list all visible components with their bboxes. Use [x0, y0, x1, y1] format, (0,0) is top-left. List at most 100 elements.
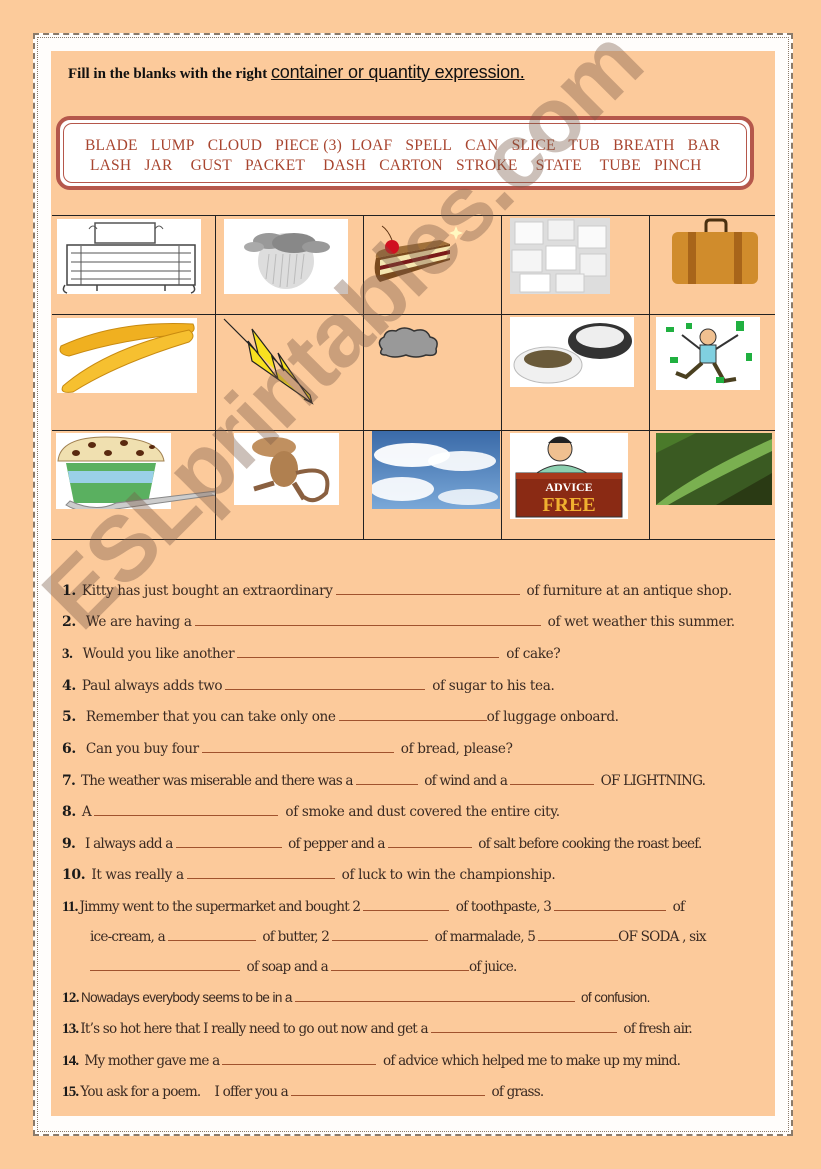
question-number: 9. — [62, 836, 76, 852]
answer-blank[interactable] — [94, 803, 279, 816]
answer-blank[interactable] — [338, 708, 487, 721]
ice-cream-tub-icon — [56, 433, 216, 509]
answer-blank[interactable] — [554, 898, 667, 911]
question-text: It’s so hot here that I really need to g… — [80, 1021, 428, 1037]
picture-grid: ADVICE FREE — [52, 215, 775, 540]
question-2: 2. We are having a of wet weather this su… — [62, 613, 775, 630]
question-number: 5. — [62, 709, 76, 725]
question-number: 4. — [62, 678, 76, 694]
answer-blank[interactable] — [355, 772, 418, 785]
word: CARTON — [379, 157, 443, 174]
word: LUMP — [150, 137, 195, 154]
picture-cell — [363, 315, 501, 430]
ice-cream-tub-picture — [56, 433, 216, 509]
answer-blank[interactable] — [222, 1052, 377, 1065]
answer-blank[interactable] — [167, 928, 256, 941]
question-11-line-2: ice-cream, a of butter, 2 of marmalade, … — [90, 928, 775, 945]
picture-cell — [215, 216, 363, 314]
question-text: of fresh air. — [619, 1021, 692, 1037]
answer-blank[interactable] — [430, 1020, 617, 1033]
lucky-man-icon — [666, 321, 752, 384]
word: SLICE — [511, 137, 556, 154]
picture-row — [52, 216, 775, 315]
question-5: 5. Remember that you can take only one of … — [62, 708, 775, 725]
question-text: Nowadays everybody seems to be in a — [80, 990, 292, 1005]
picture-cell — [501, 216, 649, 314]
picture-cell — [649, 315, 775, 430]
question-15: 15. You ask for a poem. I offer you a of … — [62, 1083, 775, 1101]
answer-blank[interactable] — [294, 989, 575, 1002]
word: PINCH — [653, 157, 702, 174]
question-text: of luck to win the championship. — [337, 867, 556, 883]
answer-blank[interactable] — [332, 928, 429, 941]
question-text: of juice. — [468, 959, 517, 975]
smoke-cloud-icon — [378, 327, 438, 358]
question-12: 12. Nowadays everybody seems to be in a o… — [62, 989, 775, 1007]
question-text: The weather was miserable and there was … — [81, 773, 354, 789]
monkey-picture — [234, 433, 339, 505]
instructions-heading: Fill in the blanks with the right contai… — [68, 62, 525, 83]
picture-row — [52, 315, 775, 431]
question-text: of — [669, 899, 685, 915]
picture-cell — [363, 431, 501, 539]
answer-blank[interactable] — [290, 1083, 485, 1096]
question-text: Paul always adds two — [81, 678, 223, 694]
answer-blank[interactable] — [387, 835, 472, 848]
answer-blank[interactable] — [330, 958, 469, 971]
instructions-emphasis: container or quantity expression. — [270, 62, 525, 82]
cake-slice-icon — [374, 225, 463, 282]
question-text: of smoke and dust covered the entire cit… — [281, 804, 560, 820]
answer-blank[interactable] — [90, 958, 240, 971]
pepper-salt-bowls-icon — [513, 323, 632, 384]
question-number: 14. — [62, 1053, 79, 1069]
suitcase-picture — [670, 218, 760, 288]
answer-blank[interactable] — [194, 613, 541, 626]
question-10: 10. It was really a of luck to win the ch… — [62, 866, 775, 883]
word: PACKET — [244, 157, 306, 174]
answer-blank[interactable] — [363, 898, 450, 911]
picture-cell — [52, 216, 215, 314]
word: BLADE — [85, 137, 138, 154]
question-text: You ask for a poem. I offer you a — [80, 1084, 288, 1100]
question-text: of wind and a — [420, 773, 508, 789]
question-text: of luggage onboard. — [486, 709, 619, 725]
question-14: 14. My mother gave me a of advice which h… — [62, 1052, 775, 1070]
question-text: of butter, 2 — [258, 929, 330, 945]
question-3: 3. Would you like another of cake? — [62, 645, 775, 663]
question-number: 11. — [62, 899, 78, 915]
free-advice-stand-icon: ADVICE FREE — [515, 436, 623, 518]
answer-blank[interactable] — [538, 928, 619, 941]
answer-blank[interactable] — [237, 645, 500, 658]
word: TUBE — [599, 157, 641, 174]
word: STATE — [535, 157, 582, 174]
answer-blank[interactable] — [186, 866, 335, 879]
question-text: of pepper and a — [284, 836, 385, 852]
picture-cell — [501, 315, 649, 430]
answer-blank[interactable] — [510, 772, 595, 785]
question-number: 15. — [62, 1084, 79, 1100]
word: CLOUD — [207, 137, 263, 154]
picture-cell — [52, 431, 216, 539]
question-text: of advice which helped me to make up my … — [379, 1053, 681, 1069]
picture-cell — [649, 431, 775, 539]
sky-clouds-icon — [372, 431, 500, 509]
answer-blank[interactable] — [201, 740, 394, 753]
question-11: 11. Jimmy went to the supermarket and bou… — [62, 898, 775, 916]
question-text: We are having a — [85, 614, 192, 630]
question-text: Jimmy went to the supermarket and bought… — [79, 899, 362, 915]
answer-blank[interactable] — [225, 677, 426, 690]
question-4: 4. Paul always adds two of sugar to his t… — [62, 677, 775, 694]
question-text: of confusion. — [577, 990, 650, 1005]
answer-blank[interactable] — [335, 582, 520, 595]
lightning-picture — [222, 317, 322, 407]
question-number: 12. — [62, 990, 80, 1006]
lucky-man-picture — [656, 317, 760, 390]
question-text: of furniture at an antique shop. — [522, 583, 733, 599]
picture-cell — [52, 315, 215, 430]
picture-row: ADVICE FREE — [52, 431, 775, 540]
question-text: OF SODA , six — [618, 929, 706, 945]
question-text: of cake? — [502, 646, 561, 662]
answer-blank[interactable] — [175, 835, 282, 848]
word: CAN — [465, 137, 499, 154]
cake-slice-picture — [370, 220, 480, 288]
